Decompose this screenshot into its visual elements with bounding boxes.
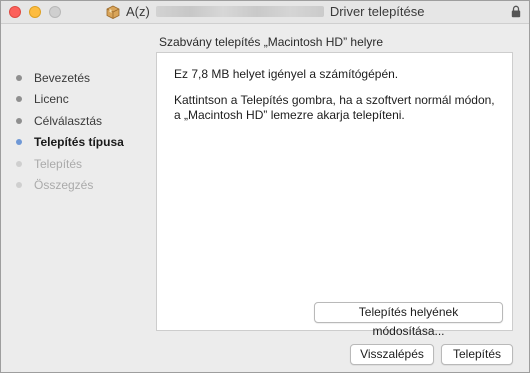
step-label: Összegzés — [34, 178, 94, 193]
step-label: Telepítés — [34, 156, 83, 171]
install-instruction-text: Kattintson a Telepítés gombra, ha a szof… — [174, 93, 495, 122]
change-install-location-button[interactable]: Telepítés helyének módosítása... — [314, 302, 503, 338]
lock-icon[interactable] — [511, 5, 521, 18]
package-icon — [106, 5, 120, 19]
page-heading: Szabvány telepítés „Macintosh HD” helyre — [159, 35, 384, 49]
space-required-text: Ez 7,8 MB helyet igényel a számítógépén. — [174, 67, 399, 81]
step-license: Licenc — [16, 89, 124, 111]
close-window-button[interactable] — [9, 6, 21, 18]
step-installation-type: Telepítés típusa — [16, 132, 124, 154]
minimize-window-button[interactable] — [29, 6, 41, 18]
step-dot-active — [16, 139, 22, 146]
step-dot — [16, 160, 22, 167]
window-title-text: Driver telepítése — [329, 4, 425, 19]
step-label: Bevezetés — [34, 70, 91, 85]
window-title-prefix: A(z) — [126, 4, 150, 19]
redacted-title-segment — [155, 6, 324, 17]
step-introduction: Bevezetés — [16, 67, 124, 89]
step-dot — [16, 74, 22, 81]
zoom-window-button[interactable] — [49, 6, 61, 18]
step-installation: Telepítés — [16, 153, 124, 175]
step-dot — [16, 117, 22, 124]
step-dot — [16, 96, 22, 103]
step-label: Licenc — [34, 92, 69, 107]
step-summary: Összegzés — [16, 175, 124, 197]
installer-steps-sidebar: Bevezetés Licenc Célválasztás Telepítés … — [16, 67, 124, 196]
window-title: A(z) Driver telepítése — [106, 4, 425, 19]
step-label: Telepítés típusa — [34, 135, 124, 150]
installer-window: A(z) Driver telepítése Szabvány telepíté… — [0, 0, 530, 373]
step-label: Célválasztás — [34, 113, 103, 128]
install-button[interactable]: Telepítés — [441, 344, 513, 365]
step-destination: Célválasztás — [16, 110, 124, 132]
title-bar[interactable]: A(z) Driver telepítése — [1, 1, 529, 24]
content-panel: Ez 7,8 MB helyet igényel a számítógépén.… — [156, 52, 513, 338]
step-dot — [16, 182, 22, 189]
go-back-button[interactable]: Visszalépés — [350, 344, 434, 365]
